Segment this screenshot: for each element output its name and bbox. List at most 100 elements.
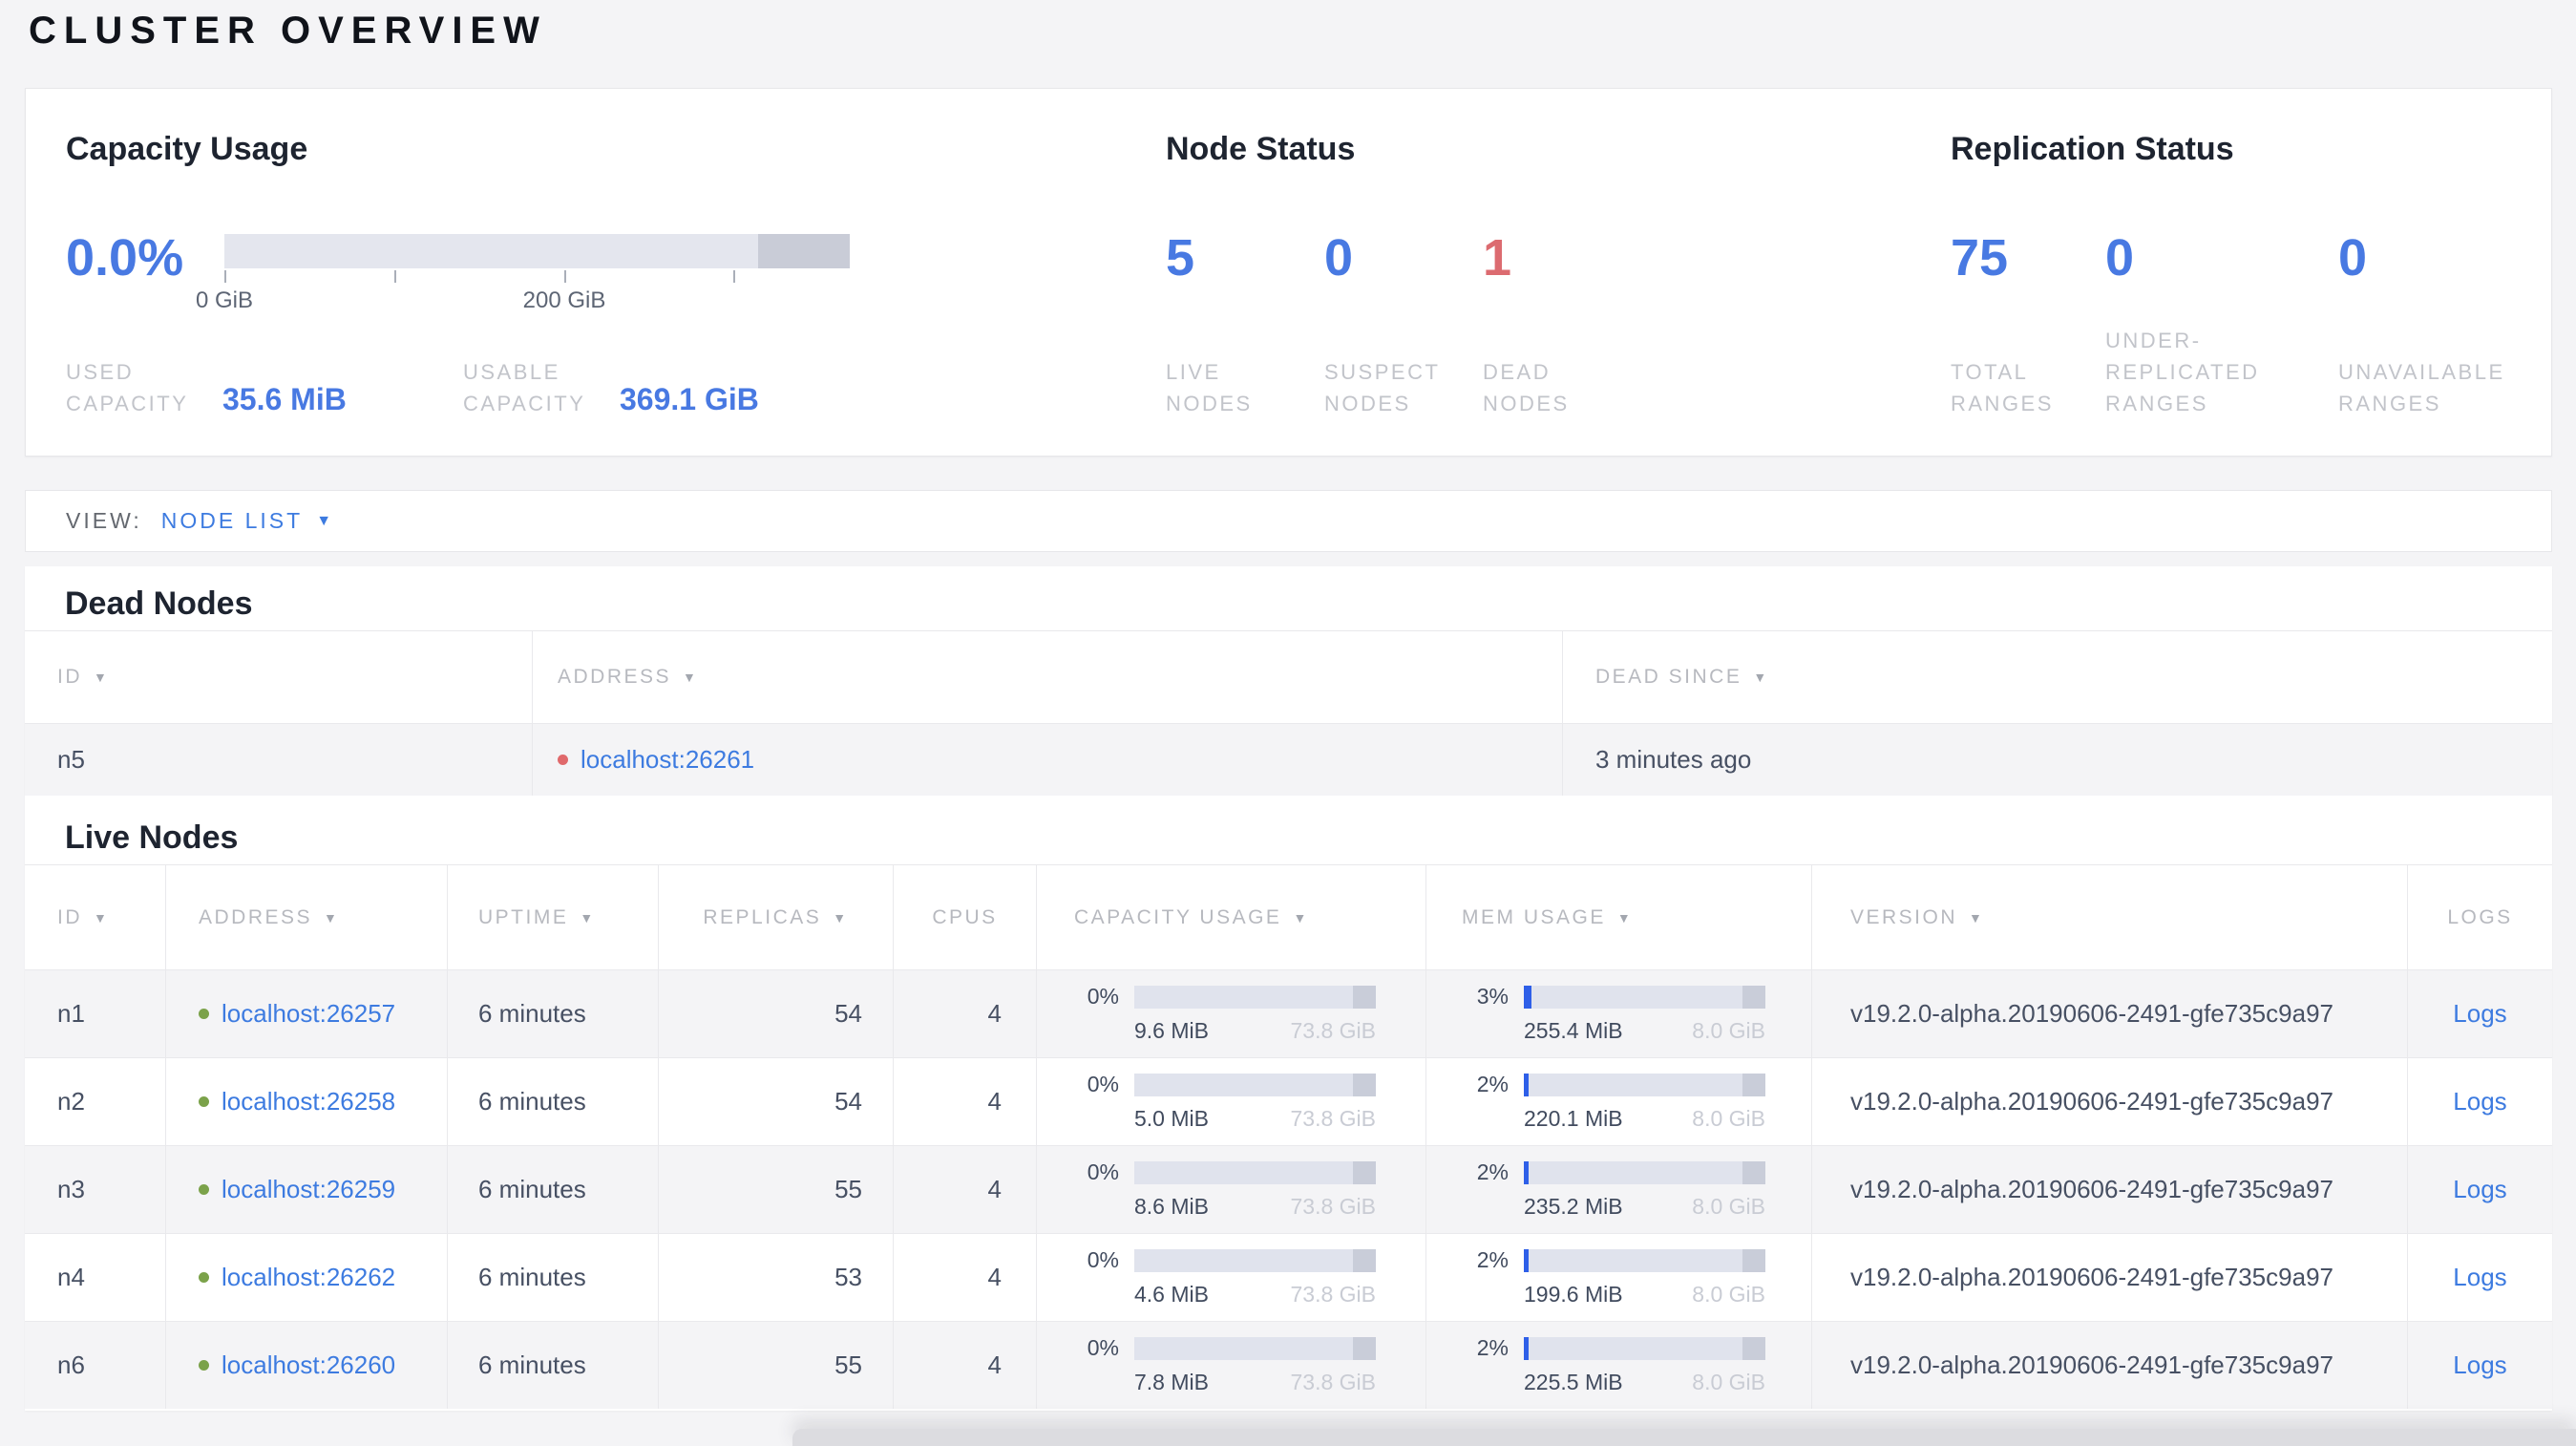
mem-usage-cell: 2% 199.6 MiB 8.0 GiB xyxy=(1426,1234,1812,1321)
bar-reserved-segment xyxy=(1352,1336,1376,1360)
uptime-cell: 6 minutes xyxy=(448,1234,659,1321)
capacity-usage-heading: Capacity Usage xyxy=(66,131,308,167)
axis-tick xyxy=(564,270,566,283)
node-address-cell: localhost:26257 xyxy=(166,970,448,1057)
logs-link[interactable]: Logs xyxy=(2453,1175,2506,1204)
node-address-link[interactable]: localhost:26257 xyxy=(222,999,395,1029)
capacity-usage-cell: 0% 9.6 MiB 73.8 GiB xyxy=(1037,970,1426,1057)
mem-usage-cell: 2% 235.2 MiB 8.0 GiB xyxy=(1426,1146,1812,1233)
capacity-mini-bar xyxy=(1134,1336,1376,1360)
chevron-down-icon[interactable]: ▼ xyxy=(316,513,331,530)
suspect-nodes-count: 0 xyxy=(1324,229,1354,287)
capacity-percent: 0% xyxy=(1087,1159,1119,1184)
column-header-id[interactable]: ID ▼ xyxy=(25,865,166,969)
capacity-usage-cell: 0% 7.8 MiB 73.8 GiB xyxy=(1037,1322,1426,1409)
capacity-mini-bar xyxy=(1134,1160,1376,1184)
node-address-cell: localhost:26258 xyxy=(166,1058,448,1145)
column-header-address[interactable]: ADDRESS ▼ xyxy=(533,631,1563,723)
used-capacity-label: USED CAPACITY xyxy=(66,360,189,415)
capacity-percent: 0% xyxy=(1087,984,1119,1009)
view-dropdown[interactable]: NODE LIST xyxy=(161,508,303,534)
column-header-version[interactable]: VERSION ▼ xyxy=(1812,865,2408,969)
capacity-total-value: 73.8 GiB xyxy=(1290,1106,1377,1131)
axis-tick xyxy=(394,270,396,283)
column-header-uptime[interactable]: UPTIME ▼ xyxy=(448,865,659,969)
memory-percent: 2% xyxy=(1476,1072,1509,1096)
live-nodes-table-header: ID ▼ ADDRESS ▼ UPTIME ▼ REPLICAS ▼ CPUS CAPA… xyxy=(25,864,2552,969)
capacity-usage-percent: 0.0% xyxy=(66,229,184,287)
sort-desc-icon: ▼ xyxy=(683,670,699,685)
dead-nodes-table: ID ▼ ADDRESS ▼ DEAD SINCE ▼ n5 localhost:26… xyxy=(25,630,2552,796)
cpus-cell: 4 xyxy=(894,1322,1037,1409)
replicas-cell: 53 xyxy=(659,1234,894,1321)
capacity-used-value: 4.6 MiB xyxy=(1134,1282,1209,1307)
capacity-mini-bar xyxy=(1134,1248,1376,1272)
replicas-cell: 55 xyxy=(659,1146,894,1233)
capacity-percent: 0% xyxy=(1087,1335,1119,1360)
node-address-link[interactable]: localhost:26258 xyxy=(222,1087,395,1116)
live-node-dot-icon xyxy=(199,1096,209,1107)
logs-link[interactable]: Logs xyxy=(2453,999,2506,1029)
live-node-dot-icon xyxy=(199,1272,209,1283)
bar-fill-segment xyxy=(1524,985,1531,1009)
logs-cell: Logs xyxy=(2408,1234,2552,1321)
memory-percent: 2% xyxy=(1476,1159,1509,1184)
node-address-cell: localhost:26260 xyxy=(166,1322,448,1409)
sort-desc-icon: ▼ xyxy=(94,670,110,685)
live-node-dot-icon xyxy=(199,1184,209,1195)
axis-tick-label: 200 GiB xyxy=(522,287,606,313)
memory-total-value: 8.0 GiB xyxy=(1692,1106,1765,1131)
node-address-link[interactable]: localhost:26261 xyxy=(581,745,754,775)
version-cell: v19.2.0-alpha.20190606-2491-gfe735c9a97 xyxy=(1812,1234,2408,1321)
logs-cell: Logs xyxy=(2408,1058,2552,1145)
capacity-total-value: 73.8 GiB xyxy=(1290,1282,1377,1307)
sort-desc-icon: ▼ xyxy=(1293,909,1309,925)
bar-reserved-segment xyxy=(1352,1248,1376,1272)
sort-desc-icon: ▼ xyxy=(1753,670,1769,685)
version-cell: v19.2.0-alpha.20190606-2491-gfe735c9a97 xyxy=(1812,970,2408,1057)
replicas-cell: 54 xyxy=(659,970,894,1057)
bar-reserved-segment xyxy=(1742,1336,1765,1360)
memory-used-value: 235.2 MiB xyxy=(1524,1194,1623,1219)
memory-mini-bar xyxy=(1524,1160,1765,1184)
memory-used-value: 255.4 MiB xyxy=(1524,1018,1623,1043)
column-header-capacity-usage[interactable]: CAPACITY USAGE ▼ xyxy=(1037,865,1426,969)
usable-capacity-label: USABLE CAPACITY xyxy=(463,360,586,415)
node-address-link[interactable]: localhost:26259 xyxy=(222,1175,395,1204)
axis-tick xyxy=(224,270,226,283)
memory-total-value: 8.0 GiB xyxy=(1692,1282,1765,1307)
node-address-link[interactable]: localhost:26262 xyxy=(222,1263,395,1292)
cpus-cell: 4 xyxy=(894,1146,1037,1233)
capacity-usage-cell: 0% 4.6 MiB 73.8 GiB xyxy=(1037,1234,1426,1321)
column-header-id[interactable]: ID ▼ xyxy=(25,631,533,723)
version-cell: v19.2.0-alpha.20190606-2491-gfe735c9a97 xyxy=(1812,1058,2408,1145)
version-cell: v19.2.0-alpha.20190606-2491-gfe735c9a97 xyxy=(1812,1322,2408,1409)
node-address-link[interactable]: localhost:26260 xyxy=(222,1350,395,1380)
column-header-dead-since[interactable]: DEAD SINCE ▼ xyxy=(1563,631,2552,723)
axis-tick xyxy=(733,270,735,283)
bar-fill-segment xyxy=(1524,1073,1530,1096)
live-nodes-table: ID ▼ ADDRESS ▼ UPTIME ▼ REPLICAS ▼ CPUS CAPA… xyxy=(25,864,2552,1409)
page-title: CLUSTER OVERVIEW xyxy=(29,10,547,52)
bar-reserved-segment xyxy=(1352,1160,1376,1184)
unavailable-ranges-label: UNAVAILABLE RANGES xyxy=(2338,360,2505,415)
dead-since-cell: 3 minutes ago xyxy=(1595,745,1752,774)
table-row: n1 localhost:26257 6 minutes 54 4 0% 9.6… xyxy=(25,969,2552,1057)
live-nodes-count: 5 xyxy=(1166,229,1195,287)
column-header-address[interactable]: ADDRESS ▼ xyxy=(166,865,448,969)
logs-link[interactable]: Logs xyxy=(2453,1263,2506,1292)
sort-desc-icon: ▼ xyxy=(580,909,596,925)
table-row: n4 localhost:26262 6 minutes 53 4 0% 4.6… xyxy=(25,1233,2552,1321)
column-header-replicas[interactable]: REPLICAS ▼ xyxy=(659,865,894,969)
view-label: VIEW: xyxy=(66,508,142,533)
node-id-cell: n1 xyxy=(25,970,166,1057)
dead-nodes-table-header: ID ▼ ADDRESS ▼ DEAD SINCE ▼ xyxy=(25,630,2552,723)
live-node-dot-icon xyxy=(199,1360,209,1371)
column-header-mem-usage[interactable]: MEM USAGE ▼ xyxy=(1426,865,1812,969)
bar-reserved-segment xyxy=(1352,985,1376,1009)
uptime-cell: 6 minutes xyxy=(448,1058,659,1145)
logs-link[interactable]: Logs xyxy=(2453,1350,2506,1380)
dead-nodes-label: DEAD NODES xyxy=(1483,360,1570,415)
logs-link[interactable]: Logs xyxy=(2453,1087,2506,1116)
node-status-heading: Node Status xyxy=(1166,131,1356,167)
